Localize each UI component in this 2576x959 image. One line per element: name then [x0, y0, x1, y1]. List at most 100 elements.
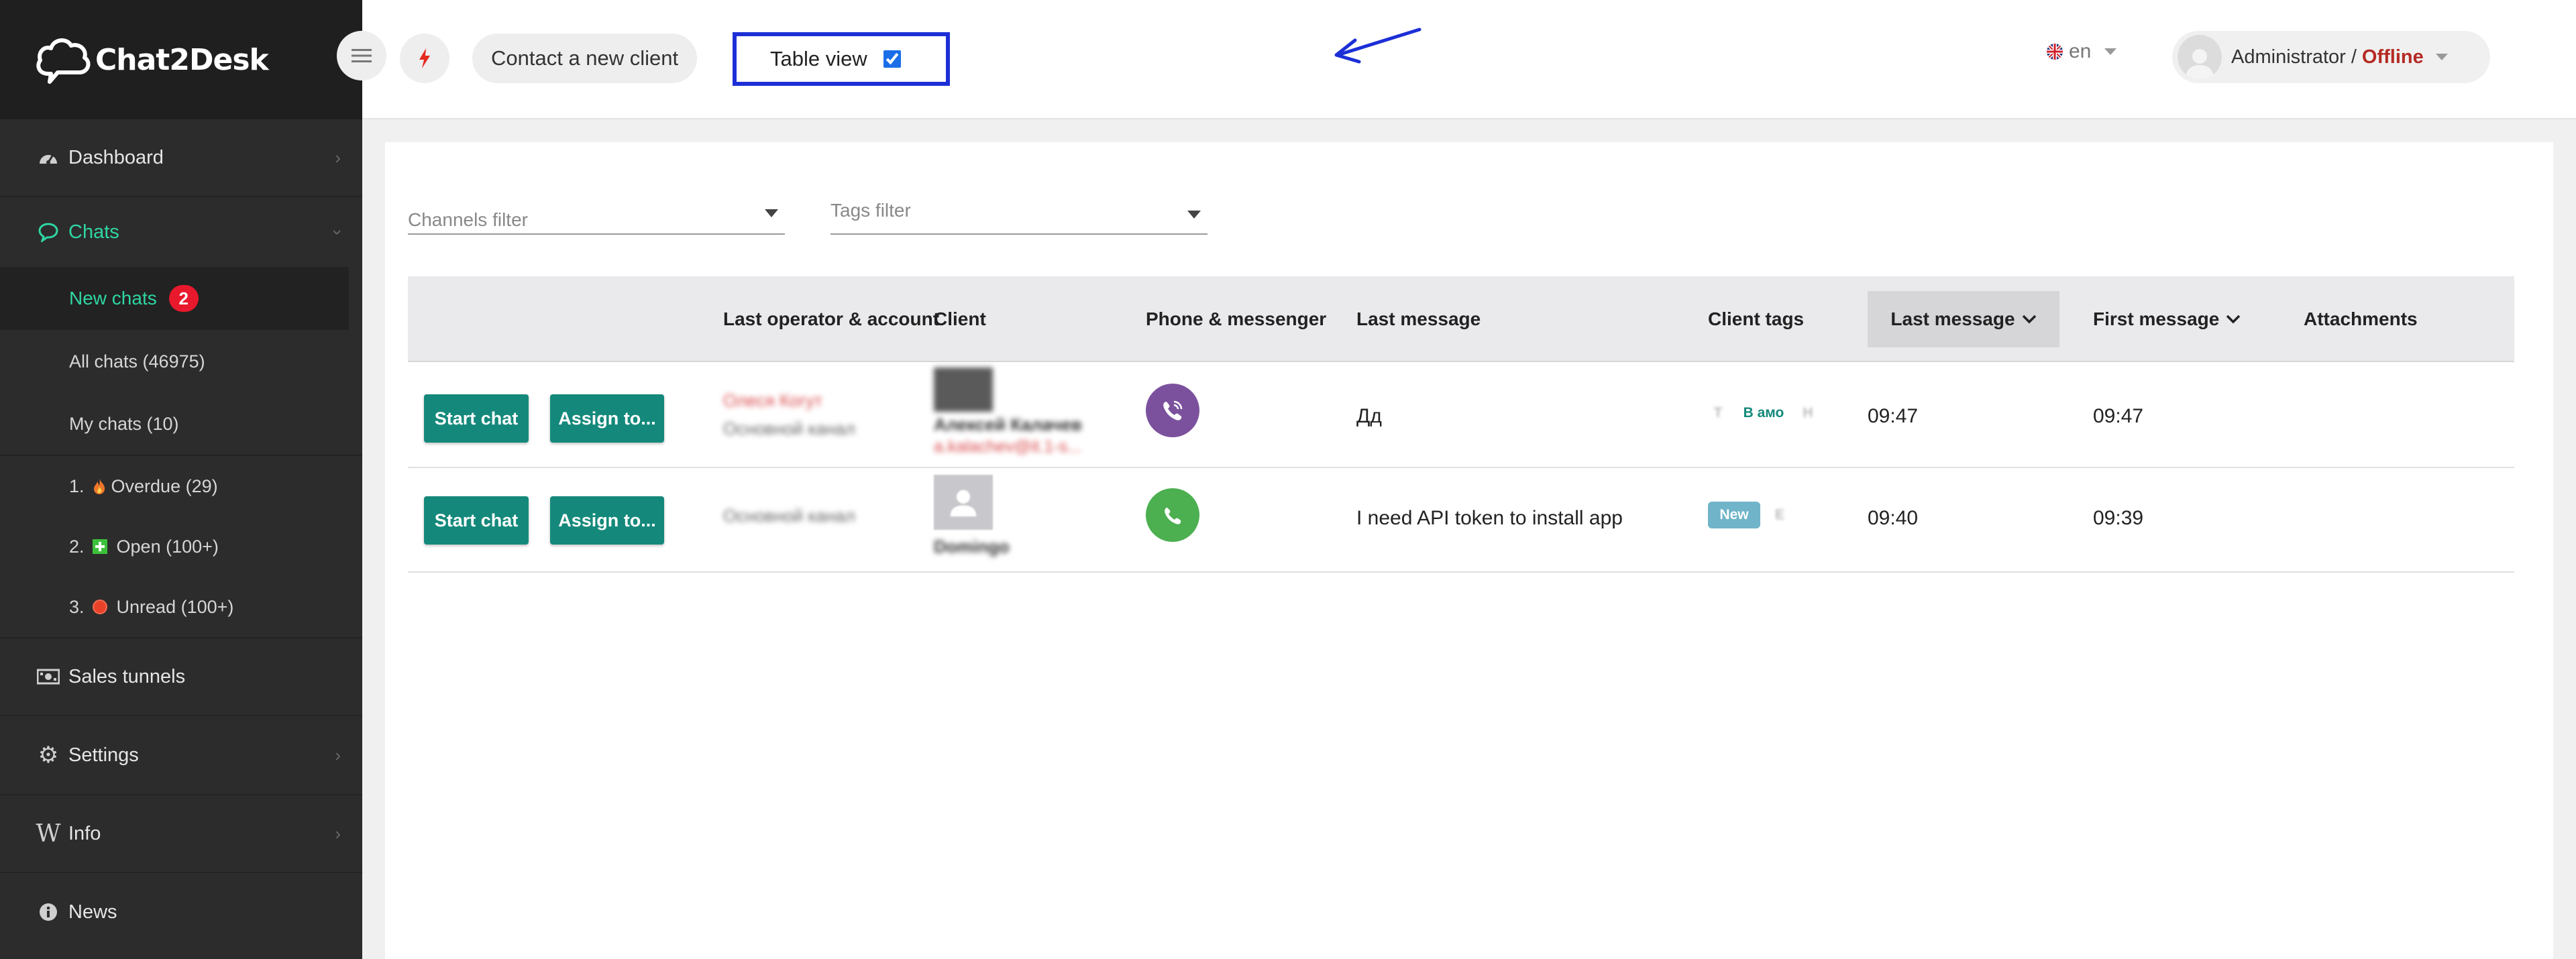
quick-action-button[interactable]: [400, 34, 449, 83]
nav-new-chats[interactable]: New chats 2: [0, 267, 349, 330]
table-row[interactable]: Start chat Assign to... Основной канал D…: [408, 468, 2514, 573]
fire-icon: [93, 477, 106, 495]
dashboard-gauge-icon: [36, 149, 60, 166]
col-attachments[interactable]: Attachments: [2304, 276, 2418, 362]
tags-filter-dropdown[interactable]: Tags filter: [830, 186, 1208, 235]
user-status: Offline: [2361, 46, 2424, 68]
nav-all-chats-label: All chats (46975): [69, 351, 205, 372]
first-message-time: 09:47: [2093, 405, 2144, 427]
client-tag: Е: [1774, 507, 1784, 522]
account-name: Основной канал: [723, 506, 855, 526]
table-view-toggle[interactable]: Table view: [733, 32, 950, 86]
nav-sales-tunnels[interactable]: Sales tunnels: [0, 637, 362, 716]
operator-name: Олеся Когут: [723, 390, 822, 410]
chat-bubble-icon: [36, 222, 60, 242]
caret-down-icon: [765, 209, 778, 217]
logo[interactable]: Chat2Desk: [0, 0, 362, 119]
account-name: Основной канал: [723, 418, 855, 439]
open-square-icon: [92, 539, 107, 554]
last-message-time: 09:40: [1868, 507, 1919, 529]
chevron-right-icon: ›: [335, 147, 341, 168]
menu-toggle-button[interactable]: [337, 31, 386, 80]
chevron-right-icon: ›: [335, 744, 341, 765]
brand-name: Chat2Desk: [95, 42, 269, 77]
client-tag-new: New: [1708, 502, 1760, 528]
client-name[interactable]: Алексей Калачев: [934, 414, 1082, 435]
nav-chats-label: Chats: [68, 221, 119, 243]
col-client[interactable]: Client: [934, 276, 986, 362]
user-menu[interactable]: Administrator / Offline: [2172, 31, 2490, 83]
client-name[interactable]: Domingo: [934, 537, 1010, 557]
chevron-down-icon: [2226, 315, 2241, 324]
caret-down-icon: [2104, 48, 2117, 55]
nav-info-label: Info: [68, 822, 101, 844]
nav-sales-tunnels-label: Sales tunnels: [68, 665, 186, 687]
nav-open-count: (100+): [166, 536, 219, 557]
last-message-time: 09:47: [1868, 405, 1919, 427]
nav-info[interactable]: W Info ›: [0, 795, 362, 873]
sidebar: Chat2Desk Dashboard › Chats › New chats …: [0, 0, 362, 959]
nav-my-chats[interactable]: My chats (10): [0, 393, 362, 456]
whatsapp-icon: [1146, 488, 1199, 542]
language-code: en: [2069, 40, 2092, 62]
user-silhouette-icon: [950, 490, 977, 517]
col-last-message-sort[interactable]: Last message: [1868, 291, 2059, 347]
nav-unread[interactable]: 3. Unread (100+): [0, 577, 362, 637]
last-message-text: Дд: [1356, 405, 1382, 427]
client-email: a.kalachev@it.1-s...: [934, 437, 1081, 456]
red-circle-icon: [92, 600, 107, 614]
chevron-down-icon: [2022, 315, 2036, 324]
last-message-text: I need API token to install app: [1356, 507, 1623, 529]
col-last-message-text[interactable]: Last message: [1356, 276, 1481, 362]
new-chats-count-badge: 2: [168, 285, 199, 312]
contact-new-client-button[interactable]: Contact a new client: [472, 34, 698, 83]
user-role: Administrator: [2231, 46, 2346, 68]
table-view-checkbox[interactable]: [883, 50, 901, 68]
col-first-message-time-label: First message: [2093, 308, 2220, 329]
first-message-time: 09:39: [2093, 507, 2144, 529]
col-operator[interactable]: Last operator & account: [723, 276, 939, 362]
chevron-right-icon: ›: [335, 823, 341, 844]
nav-settings-label: Settings: [68, 744, 139, 766]
table-row[interactable]: Start chat Assign to... Олеся Когут Осно…: [408, 363, 2514, 468]
channels-filter-dropdown[interactable]: Channels filter: [408, 194, 785, 235]
overdue-number: 1.: [69, 475, 85, 496]
nav-overdue-count: (29): [185, 475, 218, 496]
assign-to-button[interactable]: Assign to...: [550, 496, 664, 545]
nav-open-label: Open: [116, 536, 161, 557]
assign-to-button[interactable]: Assign to...: [550, 394, 664, 443]
caret-down-icon: [2435, 54, 2448, 60]
chats-table-card: Channels filter Tags filter Last operato…: [385, 142, 2553, 959]
client-tag: Н: [1803, 405, 1813, 420]
client-avatar-placeholder: [934, 475, 993, 530]
nav-open[interactable]: 2. Open (100+): [0, 516, 362, 577]
uk-flag-icon: [2047, 44, 2063, 60]
col-first-message-sort[interactable]: First message: [2093, 276, 2241, 362]
nav-news-label: News: [68, 901, 117, 923]
cloud-logo-icon: [36, 38, 91, 84]
nav-settings[interactable]: ⚙ Settings ›: [0, 716, 362, 795]
info-circle-icon: [36, 903, 60, 921]
lightning-bolt-icon: [419, 48, 430, 68]
nav-all-chats[interactable]: All chats (46975): [0, 330, 362, 393]
col-client-tags[interactable]: Client tags: [1708, 276, 1804, 362]
nav-chats[interactable]: Chats ›: [0, 197, 362, 267]
client-tag: В амо: [1743, 405, 1784, 420]
start-chat-button[interactable]: Start chat: [424, 394, 529, 443]
nav-news[interactable]: News: [0, 873, 362, 951]
col-last-message-time-label: Last message: [1890, 308, 2015, 329]
language-selector[interactable]: en: [2046, 40, 2117, 63]
client-tag: Т: [1713, 405, 1723, 420]
nav-dashboard[interactable]: Dashboard ›: [0, 119, 362, 197]
tags-filter-label: Tags filter: [830, 200, 911, 221]
nav-overdue[interactable]: 1. Overdue (29): [0, 456, 362, 516]
nav-unread-count: (100+): [180, 596, 234, 617]
avatar: [2178, 35, 2222, 79]
col-phone-messenger[interactable]: Phone & messenger: [1146, 276, 1326, 362]
channels-filter-label: Channels filter: [408, 209, 528, 230]
gear-icon: ⚙: [38, 742, 59, 768]
table-view-label: Table view: [770, 47, 867, 70]
chevron-down-icon: ›: [328, 229, 349, 235]
start-chat-button[interactable]: Start chat: [424, 496, 529, 545]
open-number: 2.: [69, 536, 85, 557]
